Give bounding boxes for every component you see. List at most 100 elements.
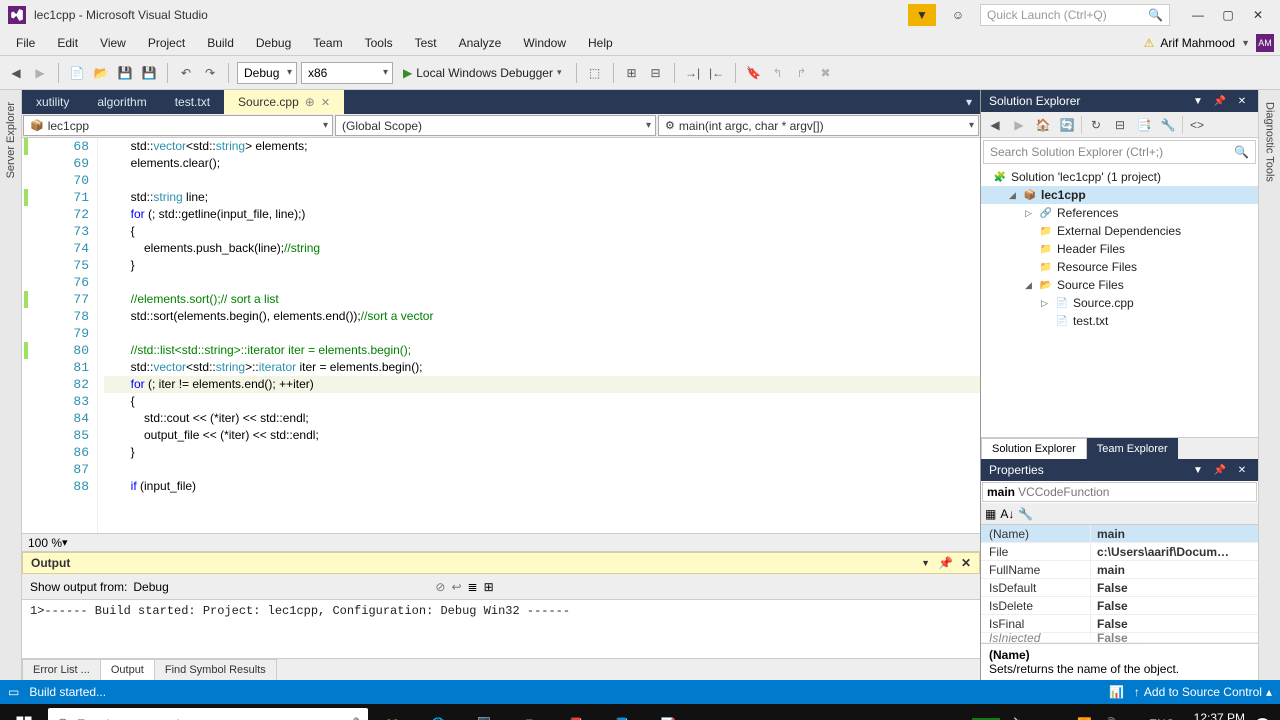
new-project-icon[interactable]: 📄 — [67, 63, 87, 83]
undo-icon[interactable]: ↶ — [176, 63, 196, 83]
menu-debug[interactable]: Debug — [246, 32, 301, 54]
tab-testtxt[interactable]: test.txt — [161, 90, 224, 114]
tool-icon-1[interactable]: ⬚ — [585, 63, 605, 83]
feedback-icon[interactable]: ☺ — [944, 4, 972, 26]
project-combo[interactable]: 📦 lec1cpp — [23, 115, 333, 136]
tab-output[interactable]: Output — [100, 659, 155, 680]
se-close-icon[interactable]: ✕ — [1234, 93, 1250, 109]
taskbar-search[interactable]: ◯ Type here to search 🎤 — [48, 708, 368, 720]
back-nav-icon[interactable]: ◀ — [6, 63, 26, 83]
warning-icon[interactable]: ⚠ — [1144, 36, 1155, 50]
prop-close-icon[interactable]: ✕ — [1234, 462, 1250, 478]
tab-xutility[interactable]: xutility — [22, 90, 83, 114]
minimize-button[interactable]: — — [1184, 4, 1212, 26]
panel-pin-icon[interactable]: 📌 — [938, 556, 953, 570]
tree-references[interactable]: ▷🔗References — [981, 204, 1258, 222]
save-all-icon[interactable]: 💾 — [139, 63, 159, 83]
tab-algorithm[interactable]: algorithm — [83, 90, 160, 114]
chevron-down-icon[interactable]: ▼ — [1241, 38, 1250, 48]
taskbar-pdf-icon[interactable]: 📕 — [554, 704, 598, 720]
tree-resource-files[interactable]: 📁Resource Files — [981, 258, 1258, 276]
open-icon[interactable]: 📂 — [91, 63, 111, 83]
tab-team-explorer[interactable]: Team Explorer — [1087, 438, 1178, 459]
indent-icon[interactable]: →| — [683, 63, 703, 83]
redo-icon[interactable]: ↷ — [200, 63, 220, 83]
forward-nav-icon[interactable]: ▶ — [30, 63, 50, 83]
se-code-icon[interactable]: <> — [1187, 115, 1207, 135]
taskbar-vs-icon[interactable]: ⧉ — [508, 704, 552, 720]
function-combo[interactable]: ⚙ main(int argc, char * argv[]) — [658, 115, 979, 136]
code-body[interactable]: std::vector<std::string> elements; eleme… — [98, 138, 980, 533]
maximize-button[interactable]: ▢ — [1214, 4, 1242, 26]
output-tool2-icon[interactable]: ⊞ — [484, 580, 494, 594]
solution-explorer-search[interactable]: Search Solution Explorer (Ctrl+;) 🔍 — [983, 140, 1256, 164]
menu-tools[interactable]: Tools — [355, 32, 403, 54]
platform-combo[interactable]: x86 — [301, 62, 393, 84]
tab-close-icon[interactable]: ✕ — [321, 96, 330, 109]
se-back-icon[interactable]: ◀ — [985, 115, 1005, 135]
diagnostic-tools-tab[interactable]: Diagnostic Tools — [1262, 96, 1278, 188]
se-properties-icon[interactable]: 🔧 — [1158, 115, 1178, 135]
menu-file[interactable]: File — [6, 32, 45, 54]
tab-find-symbol[interactable]: Find Symbol Results — [154, 659, 277, 680]
prop-pages-icon[interactable]: 🔧 — [1018, 507, 1033, 521]
start-button[interactable] — [2, 704, 46, 720]
user-name[interactable]: Arif Mahmood — [1160, 36, 1235, 50]
tabs-dropdown-icon[interactable]: ▾ — [958, 90, 980, 114]
server-explorer-tab[interactable]: Server Explorer — [3, 96, 19, 184]
output-tool-icon[interactable]: ≣ — [468, 580, 478, 594]
output-from-combo[interactable]: Debug — [133, 580, 423, 594]
uncomment-icon[interactable]: ⊟ — [646, 63, 666, 83]
output-wrap-icon[interactable]: ↩ — [451, 580, 461, 594]
tree-test-txt[interactable]: 📄test.txt — [981, 312, 1258, 330]
outdent-icon[interactable]: |← — [707, 63, 727, 83]
se-showall-icon[interactable]: 📑 — [1134, 115, 1154, 135]
se-fwd-icon[interactable]: ▶ — [1009, 115, 1029, 135]
prop-pin-icon[interactable]: 📌 — [1212, 462, 1228, 478]
menu-project[interactable]: Project — [138, 32, 195, 54]
menu-analyze[interactable]: Analyze — [449, 32, 512, 54]
pin-icon[interactable]: ⊕ — [305, 95, 315, 109]
notifications-filter-icon[interactable]: ▼ — [908, 4, 936, 26]
source-control-link[interactable]: ↑ Add to Source Control ▴ — [1134, 685, 1272, 699]
save-icon[interactable]: 💾 — [115, 63, 135, 83]
prop-sort-icon[interactable]: A↓ — [1000, 507, 1014, 521]
tray-clock[interactable]: 12:37 PM 10/26/2018 — [1185, 712, 1245, 720]
tab-solution-explorer[interactable]: Solution Explorer — [981, 438, 1087, 459]
panel-dropdown-icon[interactable]: ▼ — [921, 558, 930, 568]
prev-bookmark-icon[interactable]: ↰ — [768, 63, 788, 83]
solution-tree[interactable]: 🧩Solution 'lec1cpp' (1 project) ◢📦lec1cp… — [981, 166, 1258, 437]
start-debug-button[interactable]: ▶ Local Windows Debugger ▾ — [397, 66, 568, 80]
se-collapse-icon[interactable]: ⊟ — [1110, 115, 1130, 135]
config-combo[interactable]: Debug — [237, 62, 297, 84]
close-button[interactable]: ✕ — [1244, 4, 1272, 26]
quick-launch-input[interactable]: Quick Launch (Ctrl+Q) 🔍 — [980, 4, 1170, 26]
bookmark-icon[interactable]: 🔖 — [744, 63, 764, 83]
tree-external-deps[interactable]: 📁External Dependencies — [981, 222, 1258, 240]
taskbar-notes-icon[interactable]: 📝 — [646, 704, 690, 720]
tab-error-list[interactable]: Error List ... — [22, 659, 101, 680]
tree-header-files[interactable]: 📁Header Files — [981, 240, 1258, 258]
se-home-icon[interactable]: 🏠 — [1033, 115, 1053, 135]
properties-grid[interactable]: (Name)mainFilec:\Users\aarif\Docum…FullN… — [981, 525, 1258, 643]
menu-build[interactable]: Build — [197, 32, 244, 54]
output-clear-icon[interactable]: ⊘ — [435, 580, 445, 594]
tab-sourcecpp[interactable]: Source.cpp ⊕ ✕ — [224, 90, 344, 114]
zoom-combo[interactable]: 100 % ▾ — [22, 533, 980, 551]
panel-close-icon[interactable]: ✕ — [961, 556, 971, 570]
taskbar-edge-icon[interactable]: 🌐 — [416, 704, 460, 720]
menu-test[interactable]: Test — [405, 32, 447, 54]
taskbar-explorer-icon[interactable]: 📁 — [370, 704, 414, 720]
output-body[interactable]: 1>------ Build started: Project: lec1cpp… — [22, 600, 980, 658]
code-editor[interactable]: 6869707172737475767778798081828384858687… — [22, 138, 980, 533]
tree-solution[interactable]: 🧩Solution 'lec1cpp' (1 project) — [981, 168, 1258, 186]
clear-bookmark-icon[interactable]: ✖ — [816, 63, 836, 83]
tree-source-cpp[interactable]: ▷📄Source.cpp — [981, 294, 1258, 312]
menu-team[interactable]: Team — [303, 32, 352, 54]
se-pin-icon[interactable]: 📌 — [1212, 93, 1228, 109]
user-avatar[interactable]: AM — [1256, 34, 1274, 52]
taskbar-obs-icon[interactable]: ⏺ — [692, 704, 736, 720]
comment-icon[interactable]: ⊞ — [622, 63, 642, 83]
menu-edit[interactable]: Edit — [47, 32, 88, 54]
taskbar-app1-icon[interactable]: 🖥️ — [462, 704, 506, 720]
